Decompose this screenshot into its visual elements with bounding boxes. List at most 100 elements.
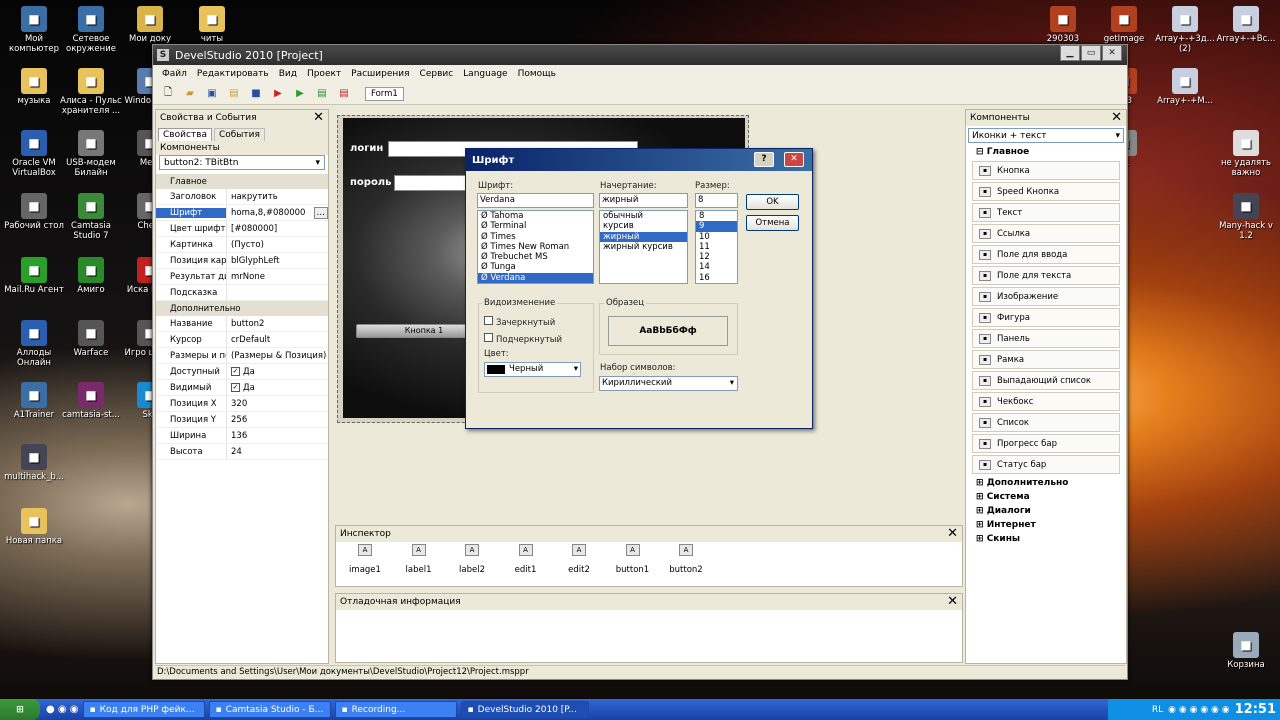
font-list-item[interactable]: Ø Verdana xyxy=(478,272,593,283)
style-input[interactable]: жирный xyxy=(599,193,688,208)
style-list-item[interactable]: жирный xyxy=(600,231,687,242)
close-inspector-icon[interactable]: ✕ xyxy=(947,527,958,540)
property-value[interactable]: (Пусто) xyxy=(226,237,328,252)
style-list-item[interactable]: курсив xyxy=(600,221,687,231)
inspector-item[interactable]: Aedit2 xyxy=(559,544,599,575)
desktop-icon[interactable]: ■ Новая папка xyxy=(2,508,66,546)
property-value[interactable]: 136 xyxy=(226,428,328,443)
desktop-icon[interactable]: ■ 290303 xyxy=(1031,6,1095,44)
size-list-item[interactable]: 16 xyxy=(696,273,737,283)
tab-properties[interactable]: Свойства xyxy=(158,128,212,141)
component-item[interactable]: ▪ Текст xyxy=(972,203,1120,222)
inspector-item[interactable]: Aimage1 xyxy=(345,544,385,575)
property-row[interactable]: Размеры и по... (Размеры & Позиция) xyxy=(156,348,328,364)
font-dialog-titlebar[interactable]: Шрифт ? ✕ xyxy=(466,149,812,171)
component-item[interactable]: ▪ Панель xyxy=(972,329,1120,348)
property-row[interactable]: Подсказка xyxy=(156,285,328,301)
property-row[interactable]: Видимый ✓ Да xyxy=(156,380,328,396)
add-form-icon[interactable]: ▤ xyxy=(313,85,331,103)
inspector-item[interactable]: Alabel2 xyxy=(452,544,492,575)
tab-events[interactable]: События xyxy=(213,128,265,141)
property-value[interactable]: [#080000] xyxy=(226,221,328,236)
property-value[interactable] xyxy=(226,285,328,300)
menu-item[interactable]: Редактировать xyxy=(192,69,274,79)
property-value[interactable]: 24 xyxy=(226,444,328,459)
style-list-item[interactable]: жирный курсив xyxy=(600,242,687,252)
desktop-icon[interactable]: ■ Алиса - Пульс хранителя ... xyxy=(59,68,123,116)
style-list[interactable]: обычный курсив жирный жирный курсив xyxy=(599,210,688,284)
desktop-icon[interactable]: ■ Array+-+М... xyxy=(1153,68,1217,106)
start-button[interactable]: ⊞ xyxy=(0,699,40,720)
desktop-icon[interactable]: ■ camtasia-st... xyxy=(59,382,123,420)
property-value[interactable]: ✓ Да xyxy=(226,364,328,379)
underline-check-box[interactable] xyxy=(484,333,493,342)
taskbar-task[interactable]: ▪ Код для PHP фейк... xyxy=(82,701,205,718)
property-value[interactable]: накрутить xyxy=(226,189,328,204)
color-select[interactable]: Черный ▾ xyxy=(484,362,581,377)
size-list[interactable]: 8 9 10 11 12 14 16 xyxy=(695,210,738,284)
size-list-item[interactable]: 14 xyxy=(696,262,737,272)
inspector-item[interactable]: Alabel1 xyxy=(399,544,439,575)
property-row[interactable]: Курсор crDefault xyxy=(156,332,328,348)
property-value[interactable]: ✓ Да xyxy=(226,380,328,395)
property-row[interactable]: Доступный ✓ Да xyxy=(156,364,328,380)
components-group[interactable]: ⊞ Скины xyxy=(966,532,1126,546)
desktop-icon[interactable]: ■ USB-модем Билайн xyxy=(59,130,123,178)
window-titlebar[interactable]: S DevelStudio 2010 [Project] ▁ ▭ ✕ xyxy=(153,45,1127,65)
language-indicator[interactable]: RL xyxy=(1152,705,1163,715)
taskbar-task[interactable]: ▪ Recording... xyxy=(334,701,457,718)
property-row[interactable]: Цвет шрифта [#080000] xyxy=(156,221,328,237)
property-row[interactable]: Позиция карт... blGlyphLeft xyxy=(156,253,328,269)
close-window-button[interactable]: ✕ xyxy=(1102,45,1122,61)
checkbox-checked-icon[interactable]: ✓ xyxy=(231,367,240,376)
desktop-icon[interactable]: ■ Аллоды Онлайн xyxy=(2,320,66,368)
component-item[interactable]: ▪ Фигура xyxy=(972,308,1120,327)
component-item[interactable]: ▪ Выпадающий список xyxy=(972,371,1120,390)
desktop-icon[interactable]: ■ Camtasia Studio 7 xyxy=(59,193,123,241)
debug-run-icon[interactable]: ▶ xyxy=(291,85,309,103)
size-input[interactable]: 8 xyxy=(695,193,738,208)
component-item[interactable]: ▪ Поле для ввода xyxy=(972,245,1120,264)
property-value[interactable]: mrNone xyxy=(226,269,328,284)
property-row[interactable]: Заголовок накрутить xyxy=(156,189,328,205)
menu-item[interactable]: Помощь xyxy=(513,69,561,79)
property-row[interactable]: Шрифт homa,8,#080000… xyxy=(156,205,328,221)
components-group[interactable]: ⊞ Диалоги xyxy=(966,504,1126,518)
checkbox-checked-icon[interactable]: ✓ xyxy=(231,383,240,392)
menu-item[interactable]: Вид xyxy=(274,69,302,79)
property-row[interactable]: Картинка (Пусто) xyxy=(156,237,328,253)
style-list-item[interactable]: обычный xyxy=(600,211,687,221)
charset-select[interactable]: Кириллический ▾ xyxy=(599,376,738,391)
size-list-item[interactable]: 10 xyxy=(696,232,737,242)
component-item[interactable]: ▪ Чекбокс xyxy=(972,392,1120,411)
component-item[interactable]: ▪ Статус бар xyxy=(972,455,1120,474)
strikeout-checkbox[interactable]: Зачеркнутый xyxy=(484,316,555,328)
components-group[interactable]: ⊞ Интернет xyxy=(966,518,1126,532)
font-list[interactable]: Ø Tahoma Ø Terminal Ø Times Ø Times New Rom… xyxy=(477,210,594,284)
group-main[interactable]: Главное xyxy=(156,174,328,189)
size-list-item[interactable]: 9 xyxy=(696,221,737,232)
property-value[interactable]: blGlyphLeft xyxy=(226,253,328,268)
desktop-icon[interactable]: ■ Корзина xyxy=(1214,632,1278,670)
property-value[interactable]: 256 xyxy=(226,412,328,427)
component-item[interactable]: ▪ Изображение xyxy=(972,287,1120,306)
menu-item[interactable]: Language xyxy=(458,69,512,79)
close-properties-icon[interactable]: ✕ xyxy=(313,111,324,124)
property-row[interactable]: Название button2 xyxy=(156,316,328,332)
font-list-item[interactable]: Ø Times xyxy=(478,232,593,242)
new-file-icon[interactable]: 🗋 xyxy=(159,85,177,103)
property-row[interactable]: Ширина 136 xyxy=(156,428,328,444)
property-row[interactable]: Позиция Y 256 xyxy=(156,412,328,428)
property-value[interactable]: crDefault xyxy=(226,332,328,347)
underline-checkbox[interactable]: Подчеркнутый xyxy=(484,333,562,345)
desktop-icon[interactable]: ■ Сетевое окружение xyxy=(59,6,123,54)
stop-icon[interactable]: ■ xyxy=(247,85,265,103)
quick-launch-icons[interactable]: ● ◉ ◉ xyxy=(46,704,79,715)
property-value[interactable]: (Размеры & Позиция) xyxy=(226,348,328,363)
size-list-item[interactable]: 11 xyxy=(696,242,737,252)
open-folder-icon[interactable]: ▰ xyxy=(181,85,199,103)
property-value[interactable]: button2 xyxy=(226,316,328,331)
close-debug-icon[interactable]: ✕ xyxy=(947,595,958,608)
desktop-icon[interactable]: ■ Мои доку xyxy=(118,6,182,44)
close-dialog-button[interactable]: ✕ xyxy=(784,152,804,167)
